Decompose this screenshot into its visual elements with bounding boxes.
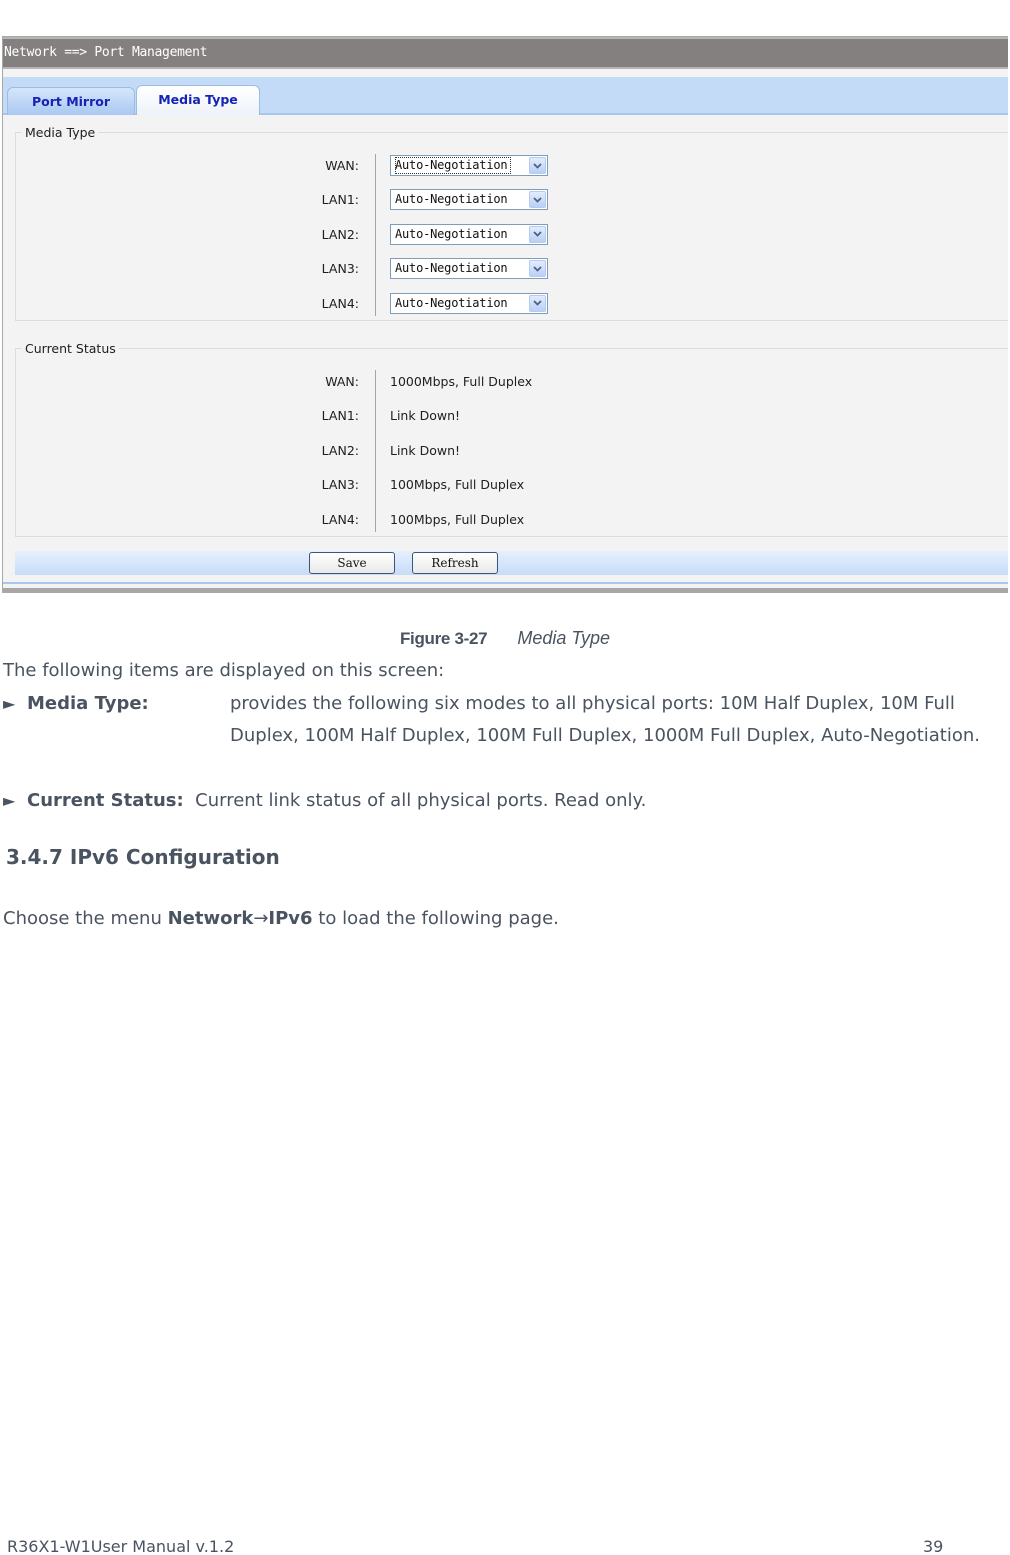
select-value: Auto-Negotiation	[395, 261, 508, 276]
tab-strip: Port Mirror Media Type	[3, 77, 1008, 115]
port-label: LAN4:	[321, 295, 359, 311]
select-value: Auto-Negotiation	[395, 157, 512, 174]
chevron-down-icon[interactable]	[529, 157, 546, 174]
port-label: WAN:	[325, 158, 359, 173]
media-type-legend: Media Type	[25, 125, 96, 140]
status-value: 1000Mbps, Full Duplex	[390, 374, 533, 389]
item-term: Current Status:	[27, 790, 184, 811]
item-description: provides the following six modes to all …	[230, 693, 980, 746]
figure-caption: Figure 3-27 Media Type	[0, 628, 1010, 649]
port-label: LAN4:	[321, 511, 359, 527]
status-row-lan4: LAN4: 100Mbps, Full Duplex	[16, 506, 1008, 540]
figure-title: Media Type	[517, 628, 611, 648]
bottom-bar	[3, 588, 1008, 592]
choose-menu-text: Choose the menu Network→IPv6 to load the…	[3, 903, 559, 935]
status-row-lan3: LAN3: 100Mbps, Full Duplex	[16, 471, 1008, 505]
media-row-wan: WAN: Auto-Negotiation	[16, 152, 1008, 186]
wan-media-select[interactable]: Auto-Negotiation	[390, 155, 548, 176]
media-row-lan1: LAN1: Auto-Negotiation	[16, 186, 1008, 220]
divider	[3, 582, 1008, 584]
tab-port-mirror[interactable]: Port Mirror	[7, 87, 135, 115]
item-description: Current link status of all physical port…	[195, 790, 647, 811]
intro-text: The following items are displayed on thi…	[3, 660, 445, 681]
choose-suffix: to load the following page.	[312, 908, 559, 929]
port-label: LAN1:	[321, 192, 359, 208]
status-row-lan2: LAN2: Link Down!	[16, 437, 1008, 471]
lan2-media-select[interactable]: Auto-Negotiation	[390, 223, 548, 245]
select-value: Auto-Negotiation	[395, 295, 508, 310]
status-value: Link Down!	[390, 408, 461, 424]
menu-path-network: Network	[167, 908, 254, 929]
button-bar: Save Refresh	[15, 551, 1008, 575]
chevron-down-icon[interactable]	[529, 260, 546, 278]
page-number: 39	[923, 1537, 944, 1555]
breadcrumb: Network ==> Port Management	[3, 37, 1008, 69]
port-label: LAN2:	[321, 226, 359, 242]
figure-number: Figure 3-27	[399, 629, 488, 648]
menu-path-ipv6: IPv6	[268, 908, 313, 929]
lan3-media-select[interactable]: Auto-Negotiation	[390, 258, 548, 280]
select-value: Auto-Negotiation	[395, 226, 508, 241]
triangle-bullet-icon: ►	[3, 694, 16, 713]
status-row-wan: WAN: 1000Mbps, Full Duplex	[16, 368, 1008, 402]
port-label: LAN1:	[321, 408, 359, 424]
port-label: WAN:	[325, 374, 359, 389]
media-type-screenshot: Network ==> Port Management Port Mirror …	[2, 36, 1008, 593]
list-item-current-status: ► Current Status: Current link status of …	[3, 785, 646, 817]
port-label: LAN2:	[321, 442, 359, 458]
status-row-lan1: LAN1: Link Down!	[16, 402, 1008, 436]
current-status-legend: Current Status	[25, 341, 116, 356]
triangle-bullet-icon: ►	[3, 791, 16, 810]
media-type-group: Media Type WAN: Auto-Negotiation LAN1: A…	[15, 125, 1008, 321]
current-status-group: Current Status WAN: 1000Mbps, Full Duple…	[15, 341, 1008, 537]
media-row-lan4: LAN4: Auto-Negotiation	[16, 290, 1008, 324]
status-value: Link Down!	[390, 442, 461, 458]
tab-media-type[interactable]: Media Type	[136, 85, 260, 115]
port-label: LAN3:	[321, 477, 359, 493]
chevron-down-icon[interactable]	[529, 225, 546, 243]
status-value: 100Mbps, Full Duplex	[390, 477, 525, 493]
port-label: LAN3:	[321, 261, 359, 277]
choose-prefix: Choose the menu	[3, 908, 168, 929]
chevron-down-icon[interactable]	[529, 191, 546, 209]
refresh-button[interactable]: Refresh	[412, 552, 498, 574]
item-term: Media Type:	[27, 693, 149, 714]
lan4-media-select[interactable]: Auto-Negotiation	[390, 292, 548, 314]
save-button[interactable]: Save	[309, 552, 395, 574]
footer-manual-title: R36X1-W1User Manual v.1.2	[7, 1537, 235, 1555]
status-value: 100Mbps, Full Duplex	[390, 511, 525, 527]
media-row-lan3: LAN3: Auto-Negotiation	[16, 255, 1008, 289]
list-item-media-type: ► Media Type: provides the following six …	[3, 688, 993, 746]
arrow-right-icon: →	[253, 908, 269, 929]
select-value: Auto-Negotiation	[395, 192, 508, 207]
lan1-media-select[interactable]: Auto-Negotiation	[390, 189, 548, 211]
chevron-down-icon[interactable]	[529, 294, 546, 312]
media-row-lan2: LAN2: Auto-Negotiation	[16, 221, 1008, 255]
section-heading: 3.4.7 IPv6 Configuration	[6, 845, 280, 869]
